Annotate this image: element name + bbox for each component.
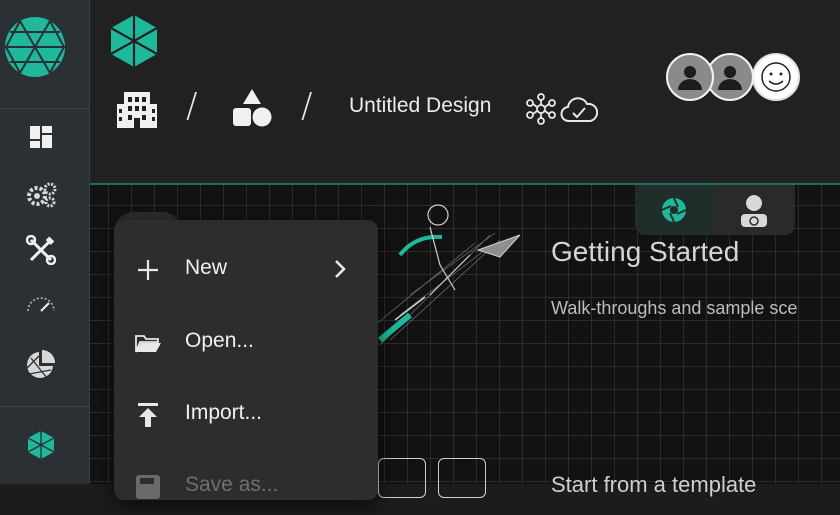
rail-item-speed[interactable] — [24, 288, 58, 322]
menu-item-new[interactable]: New — [114, 238, 378, 298]
rocket-illustration — [374, 204, 521, 345]
support-agent-icon — [741, 193, 767, 227]
menu-item-label: Save as... — [185, 473, 279, 496]
pie-chart-icon — [26, 350, 55, 379]
cloud-synced-icon — [560, 97, 598, 122]
hexagon-logo-icon — [27, 431, 55, 459]
dashboard-icon — [30, 126, 52, 148]
rail-item-app[interactable] — [24, 428, 58, 462]
menu-item-open[interactable]: Open... — [114, 311, 378, 371]
left-rail — [0, 0, 90, 484]
rail-divider — [0, 108, 89, 109]
wrench-screwdriver-icon — [26, 235, 56, 265]
menu-item-label: Import... — [185, 401, 263, 424]
rail-divider — [0, 406, 89, 407]
user-icon — [718, 66, 742, 90]
design-title[interactable]: Untitled Design — [349, 94, 491, 118]
import-icon — [134, 401, 162, 429]
building-icon — [117, 92, 157, 128]
template-button[interactable] — [438, 458, 486, 498]
avatar[interactable] — [752, 53, 800, 101]
chevron-right-icon — [335, 260, 346, 278]
menu-item-label: New — [185, 256, 228, 279]
brand-logo-icon[interactable] — [108, 13, 160, 69]
tab-support[interactable] — [715, 185, 793, 235]
menu-item-import[interactable]: Import... — [114, 383, 378, 443]
gears-icon — [27, 182, 57, 208]
app-logo-icon[interactable] — [4, 16, 66, 78]
mode-tabs — [635, 185, 795, 235]
save-icon — [134, 473, 162, 501]
template-button[interactable] — [378, 458, 426, 498]
breadcrumb-organization[interactable] — [115, 88, 159, 128]
folder-icon — [134, 329, 162, 357]
menu-item-save-as[interactable]: Save as... — [114, 455, 378, 515]
aperture-icon — [661, 197, 687, 223]
rail-item-analytics[interactable] — [24, 347, 58, 381]
rail-item-tools[interactable] — [24, 233, 58, 267]
user-icon — [678, 66, 702, 90]
breadcrumb-separator: / — [301, 86, 313, 126]
shapes-icon — [233, 89, 272, 127]
breadcrumb-separator: / — [186, 86, 198, 126]
file-menu: New Open... Import... Save as... — [114, 220, 378, 500]
tab-design[interactable] — [635, 185, 713, 235]
start-template-text: Start from a template — [551, 472, 757, 497]
sketch-face-icon — [761, 62, 791, 92]
getting-started-subtitle: Walk-throughs and sample sce — [551, 298, 798, 318]
getting-started-title: Getting Started — [551, 236, 740, 267]
avatar[interactable] — [666, 53, 714, 101]
rail-item-dashboard[interactable] — [24, 120, 58, 154]
menu-item-label: Open... — [185, 329, 254, 352]
network-icon[interactable] — [525, 93, 557, 125]
breadcrumb-project[interactable] — [230, 88, 274, 128]
gauge-icon — [27, 297, 55, 312]
plus-icon — [134, 256, 162, 284]
rail-item-settings[interactable] — [24, 177, 58, 211]
